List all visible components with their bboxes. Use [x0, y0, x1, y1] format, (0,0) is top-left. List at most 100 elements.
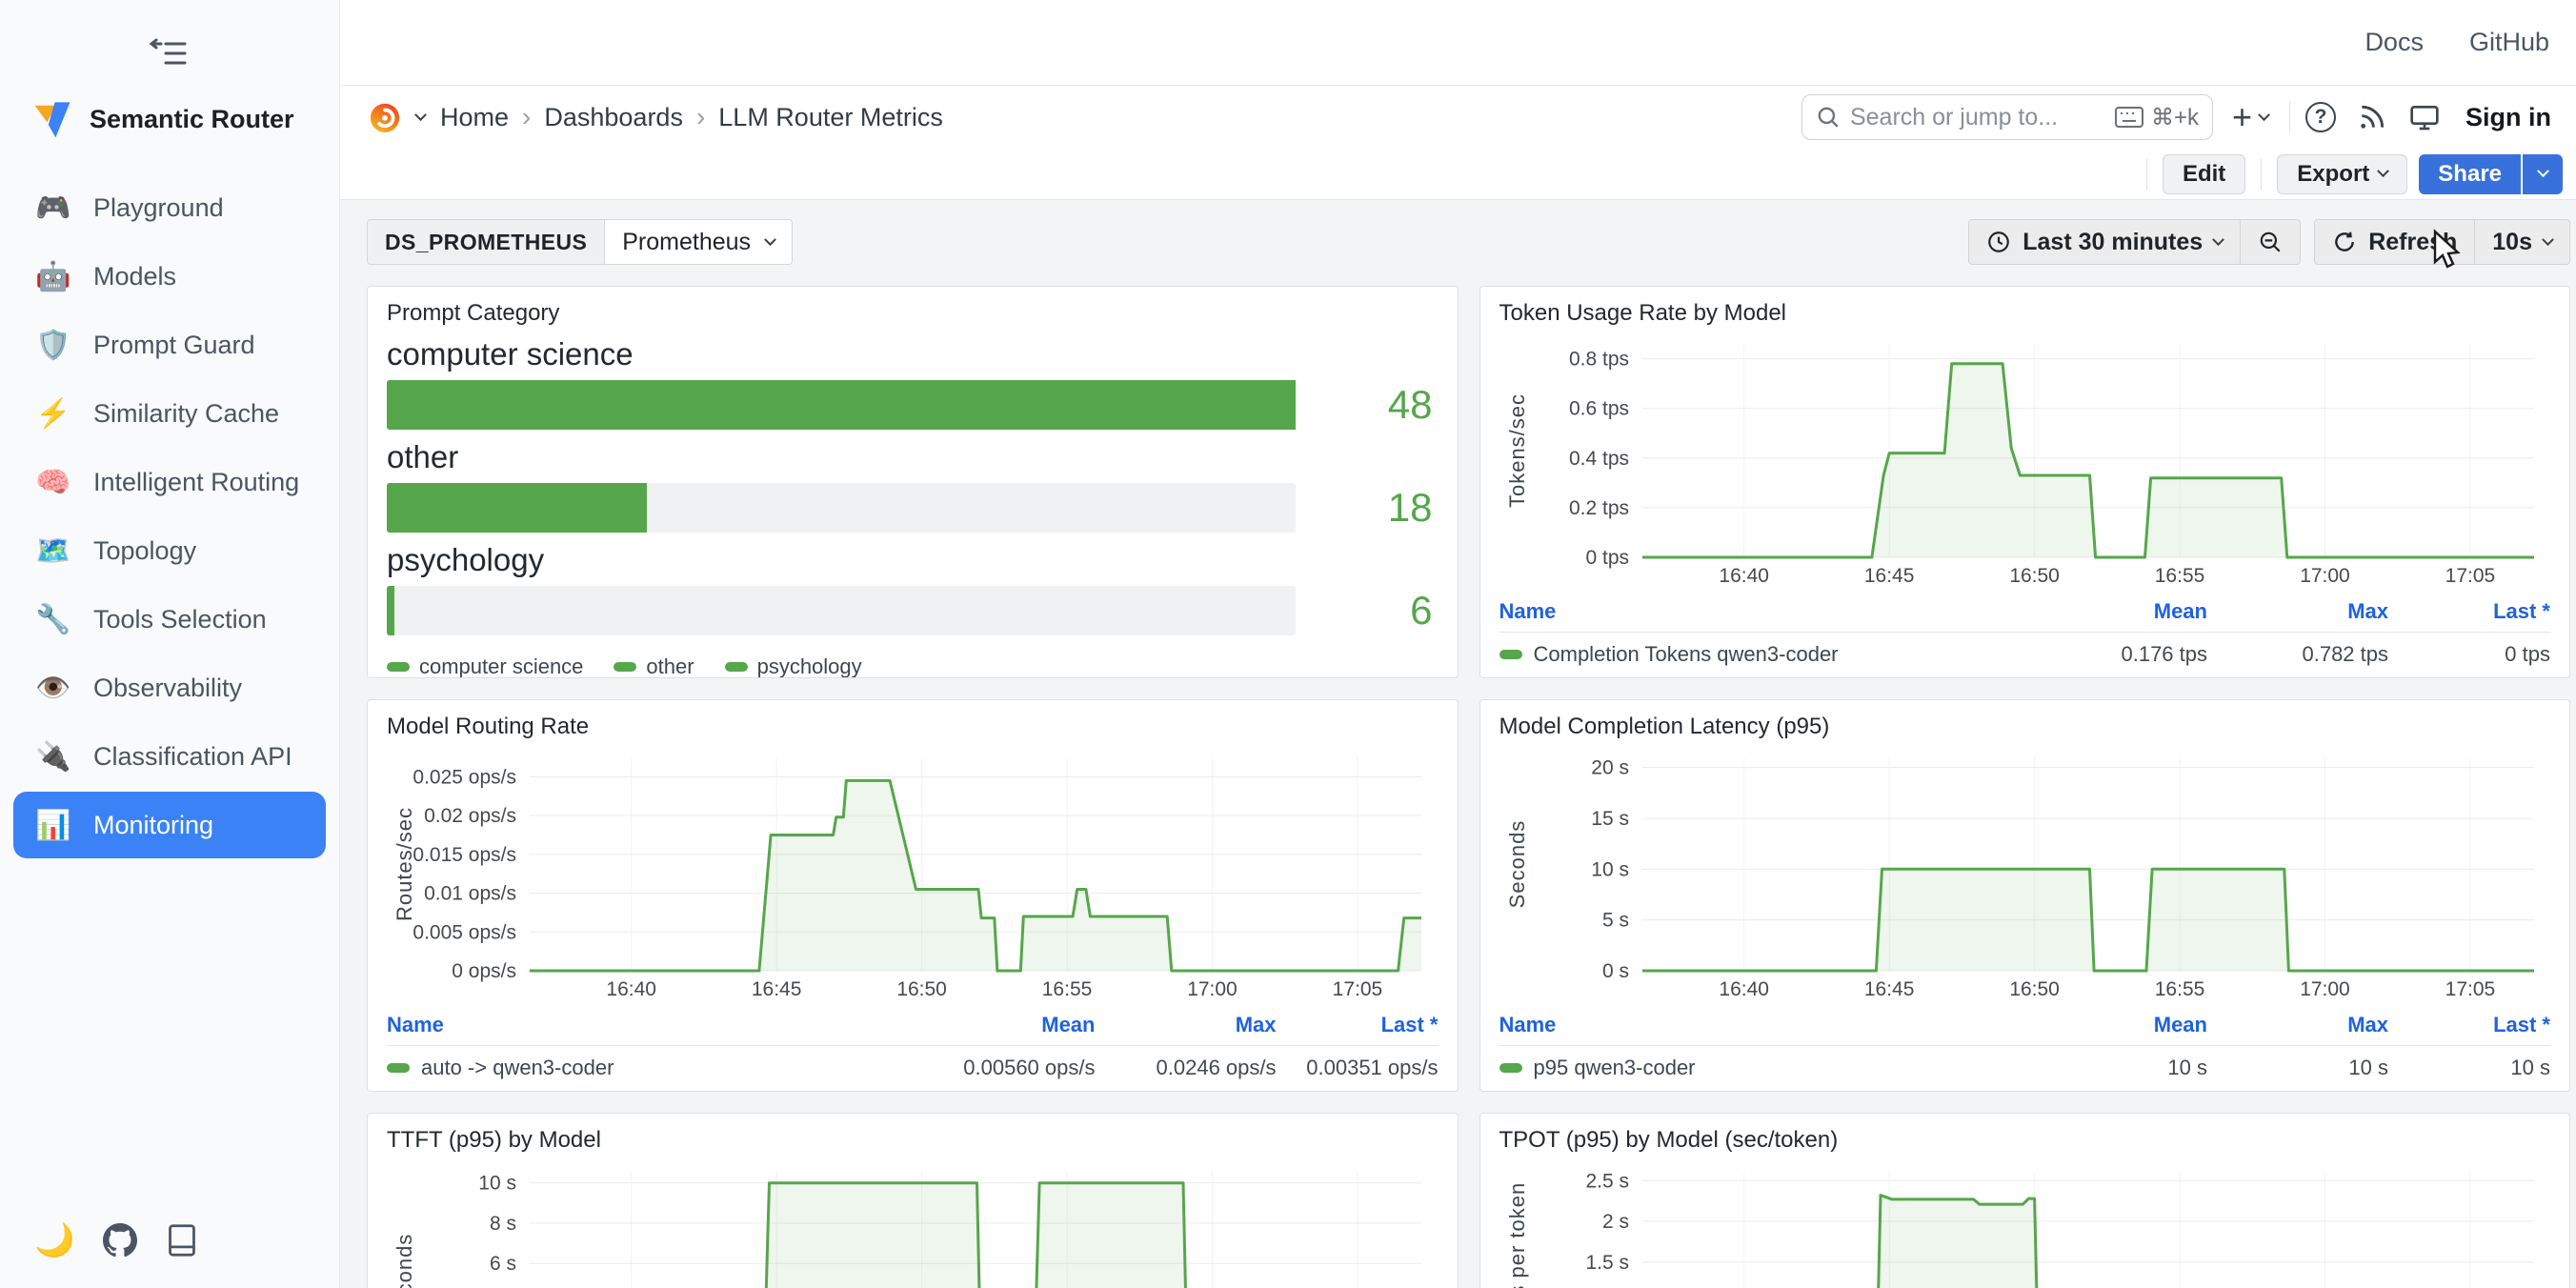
legend-header-last[interactable]: Last * — [2388, 599, 2550, 624]
sign-in-button[interactable]: Sign in — [2465, 103, 2551, 132]
new-menu-button[interactable]: + — [2232, 97, 2268, 137]
theme-toggle-moon-icon[interactable]: 🌙 — [34, 1221, 74, 1259]
edit-button[interactable]: Edit — [2163, 154, 2245, 194]
sidebar-item-monitoring[interactable]: 📊 Monitoring — [13, 792, 326, 858]
panel-title[interactable]: Token Usage Rate by Model — [1499, 300, 2551, 327]
legend-header-mean[interactable]: Mean — [1979, 599, 2207, 624]
news-rss-icon[interactable] — [2357, 102, 2387, 132]
org-switcher-chevron-icon[interactable] — [414, 109, 427, 121]
divider — [2261, 158, 2262, 191]
legend-swatch — [387, 662, 410, 672]
legend-row: Completion Tokens qwen3-coder 0.176 tps … — [1499, 633, 2551, 676]
token-usage-chart[interactable]: 16:4016:4516:5016:5517:0017:050 tps0.2 t… — [1499, 331, 2551, 590]
series-mean: 0.00560 ops/s — [867, 1056, 1096, 1080]
sidebar-item-topology[interactable]: 🗺️ Topology — [13, 517, 326, 584]
legend-table: Name Mean Max Last * Completion Tokens q… — [1499, 594, 2551, 676]
search-input[interactable]: Search or jump to... ⌘+k — [1801, 94, 2213, 140]
svg-text:17:05: 17:05 — [2445, 565, 2495, 587]
chevron-down-icon — [2212, 233, 2224, 246]
zoom-out-time-button[interactable] — [2240, 220, 2300, 264]
legend-header-max[interactable]: Max — [2207, 1013, 2388, 1037]
sidebar-item-similarity-cache[interactable]: ⚡ Similarity Cache — [13, 380, 326, 447]
share-menu-button[interactable] — [2523, 154, 2563, 194]
panel-title[interactable]: Prompt Category — [387, 300, 1439, 327]
panel-completion-latency: Model Completion Latency (p95) 16:4016:4… — [1479, 699, 2571, 1092]
panel-prompt-category: Prompt Category computer science 48 othe… — [367, 286, 1459, 678]
refresh-interval-select[interactable]: 10s — [2474, 220, 2569, 264]
sidebar-item-observability[interactable]: 👁️ Observability — [13, 654, 326, 721]
display-monitor-icon[interactable] — [2408, 102, 2441, 132]
legend-header-last[interactable]: Last * — [2388, 1013, 2550, 1037]
grafana-logo-icon[interactable] — [365, 97, 405, 137]
svg-text:0 tps: 0 tps — [1585, 547, 1629, 569]
sidebar-item-prompt-guard[interactable]: 🛡️ Prompt Guard — [13, 312, 326, 378]
panel-title[interactable]: Model Routing Rate — [387, 714, 1439, 740]
docs-link[interactable]: Docs — [2365, 28, 2424, 57]
svg-text:0.01 ops/s: 0.01 ops/s — [424, 883, 516, 905]
divider — [2146, 158, 2147, 191]
sidebar-item-intelligent-routing[interactable]: 🧠 Intelligent Routing — [13, 449, 326, 515]
export-button[interactable]: Export — [2277, 154, 2407, 194]
breadcrumb-separator: › — [522, 102, 531, 132]
completion-latency-chart[interactable]: 16:4016:4516:5016:5517:0017:050 s5 s10 s… — [1499, 744, 2551, 1003]
breadcrumb-home[interactable]: Home — [440, 103, 509, 132]
legend-item[interactable]: psychology — [725, 654, 862, 678]
svg-text:16:55: 16:55 — [2154, 565, 2204, 587]
svg-text:2.5 s: 2.5 s — [1585, 1170, 1629, 1192]
svg-text:16:40: 16:40 — [1719, 978, 1769, 1000]
series-name[interactable]: Completion Tokens qwen3-coder — [1499, 642, 1980, 667]
svg-text:0.02 ops/s: 0.02 ops/s — [424, 805, 516, 827]
panel-title[interactable]: TPOT (p95) by Model (sec/token) — [1499, 1127, 2551, 1154]
legend-item[interactable]: other — [614, 654, 694, 678]
wrench-icon: 🔧 — [34, 603, 72, 636]
panel-title[interactable]: TTFT (p95) by Model — [387, 1127, 1439, 1154]
ttft-chart[interactable]: 16:4016:4516:5016:5517:0017:050 s2 s4 s6… — [387, 1157, 1439, 1288]
docs-book-icon[interactable] — [166, 1223, 198, 1258]
panel-title[interactable]: Model Completion Latency (p95) — [1499, 714, 2551, 740]
series-name[interactable]: p95 qwen3-coder — [1499, 1056, 1980, 1080]
time-range-picker[interactable]: Last 30 minutes — [1969, 220, 2240, 264]
legend-header-name[interactable]: Name — [1499, 599, 1980, 624]
svg-text:0.005 ops/s: 0.005 ops/s — [413, 921, 516, 943]
sidebar-item-tools-selection[interactable]: 🔧 Tools Selection — [13, 586, 326, 653]
github-link[interactable]: GitHub — [2469, 28, 2549, 57]
legend-header-last[interactable]: Last * — [1277, 1013, 1439, 1037]
routing-rate-chart[interactable]: 16:4016:4516:5016:5517:0017:050 ops/s0.0… — [387, 744, 1439, 1003]
legend-header-max[interactable]: Max — [2207, 599, 2388, 624]
svg-text:16:45: 16:45 — [752, 978, 802, 1000]
search-placeholder: Search or jump to... — [1850, 104, 2105, 131]
legend-swatch — [614, 662, 636, 672]
keyboard-icon — [2115, 107, 2143, 128]
legend-table: Name Mean Max Last * p95 qwen3-coder 10 … — [1499, 1007, 2551, 1090]
refresh-button[interactable]: Refresh — [2315, 220, 2474, 264]
legend-header-mean[interactable]: Mean — [1979, 1013, 2207, 1037]
legend-header-mean[interactable]: Mean — [867, 1013, 1096, 1037]
bargauge-fill — [387, 586, 394, 635]
refresh-group: Refresh 10s — [2314, 219, 2570, 265]
svg-text:10 s: 10 s — [1591, 858, 1629, 880]
sidebar-item-playground[interactable]: 🎮 Playground — [13, 174, 326, 241]
breadcrumb-dashboards[interactable]: Dashboards — [544, 103, 683, 132]
brand[interactable]: Semantic Router — [0, 99, 339, 139]
bargauge-track — [387, 380, 1296, 430]
legend-header-name[interactable]: Name — [1499, 1013, 1980, 1037]
zoom-out-icon — [2258, 230, 2283, 254]
sidebar-item-classification-api[interactable]: 🔌 Classification API — [13, 723, 326, 790]
bargauge-value: 18 — [1388, 483, 1433, 533]
sidebar-item-models[interactable]: 🤖 Models — [13, 243, 326, 310]
datasource-select[interactable]: Prometheus — [604, 219, 793, 265]
sidebar-item-label: Intelligent Routing — [93, 468, 299, 497]
panel-token-usage: Token Usage Rate by Model 16:4016:4516:5… — [1479, 286, 2571, 678]
svg-text:Tokens/sec: Tokens/sec — [1505, 393, 1529, 508]
sidebar-collapse-button[interactable] — [143, 32, 196, 74]
series-name[interactable]: auto -> qwen3-coder — [387, 1056, 867, 1080]
help-icon[interactable]: ? — [2305, 102, 2336, 132]
share-button[interactable]: Share — [2419, 154, 2521, 194]
tpot-chart[interactable]: 16:4016:4516:5016:5517:0017:050 s0.5 s1 … — [1499, 1157, 2551, 1288]
bargauge-label: other — [387, 439, 1439, 475]
github-link-icon[interactable] — [103, 1223, 137, 1258]
panel-ttft: TTFT (p95) by Model 16:4016:4516:5016:55… — [367, 1113, 1459, 1288]
legend-header-max[interactable]: Max — [1096, 1013, 1277, 1037]
legend-header-name[interactable]: Name — [387, 1013, 867, 1037]
legend-item[interactable]: computer science — [387, 654, 583, 678]
